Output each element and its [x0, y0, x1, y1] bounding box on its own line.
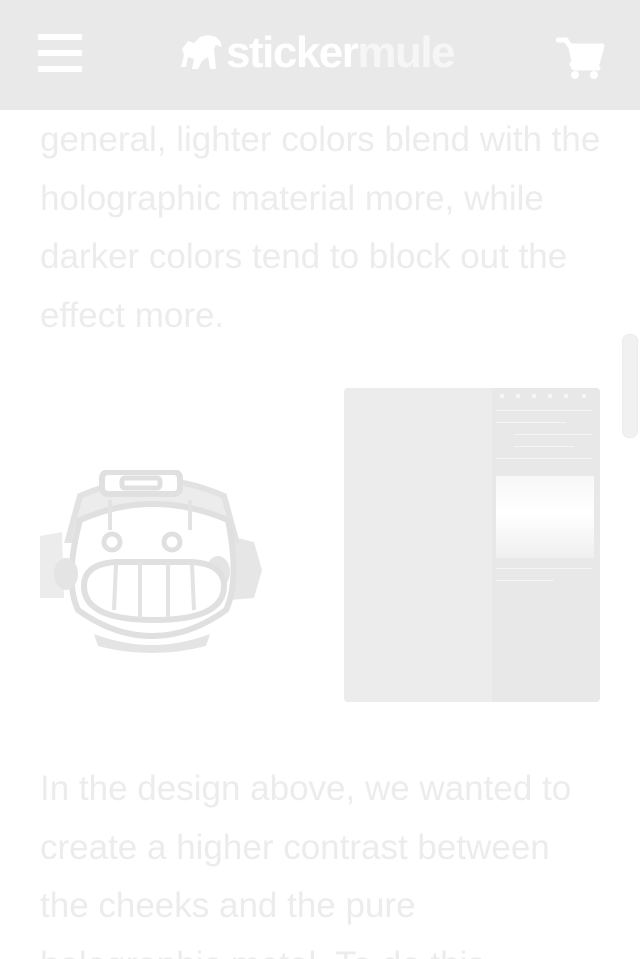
vertical-scrollbar-thumb[interactable] — [622, 334, 638, 438]
hamburger-menu-icon[interactable] — [38, 34, 82, 72]
logo-text-sticker: sticker — [226, 28, 359, 77]
page: sticker mule general, lighter colors blen… — [0, 0, 640, 959]
design-app-screenshot — [344, 388, 600, 702]
mule-logo-icon — [181, 35, 222, 69]
stickermule-logo[interactable]: sticker mule — [180, 28, 456, 78]
screenshot-canvas-area — [344, 388, 492, 702]
robot-face-sticker-illustration — [40, 470, 262, 653]
top-navigation-bar: sticker mule — [0, 0, 640, 110]
article-paragraph: In the design above, we wanted to create… — [40, 769, 572, 959]
screenshot-gradient-preview — [496, 476, 594, 558]
article-paragraph: general, lighter colors blend with the h… — [40, 120, 601, 335]
logo-text-mule: mule — [357, 28, 455, 77]
shopping-cart-icon[interactable] — [556, 36, 606, 80]
